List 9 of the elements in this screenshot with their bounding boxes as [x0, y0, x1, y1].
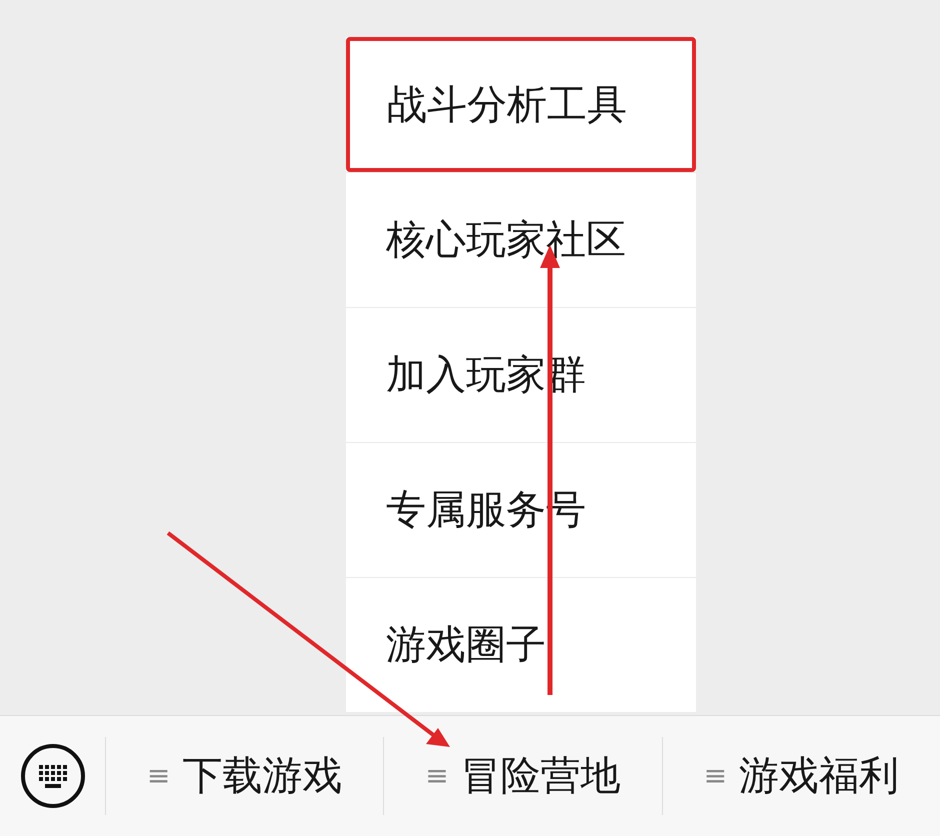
menu-tab[interactable]: ≡ 冒险营地 [425, 746, 621, 806]
menu-icon: ≡ [146, 755, 170, 797]
menu-item[interactable]: 战斗分析工具 [346, 37, 696, 172]
menu-icon: ≡ [425, 755, 449, 797]
keyboard-icon[interactable] [20, 743, 86, 809]
menu-tab[interactable]: ≡ 下载游戏 [146, 746, 342, 806]
menu-tab[interactable]: ≡ 游戏福利 [704, 746, 900, 806]
menu-item[interactable]: 游戏圈子 [346, 577, 696, 712]
menu-icon: ≡ [704, 755, 728, 797]
